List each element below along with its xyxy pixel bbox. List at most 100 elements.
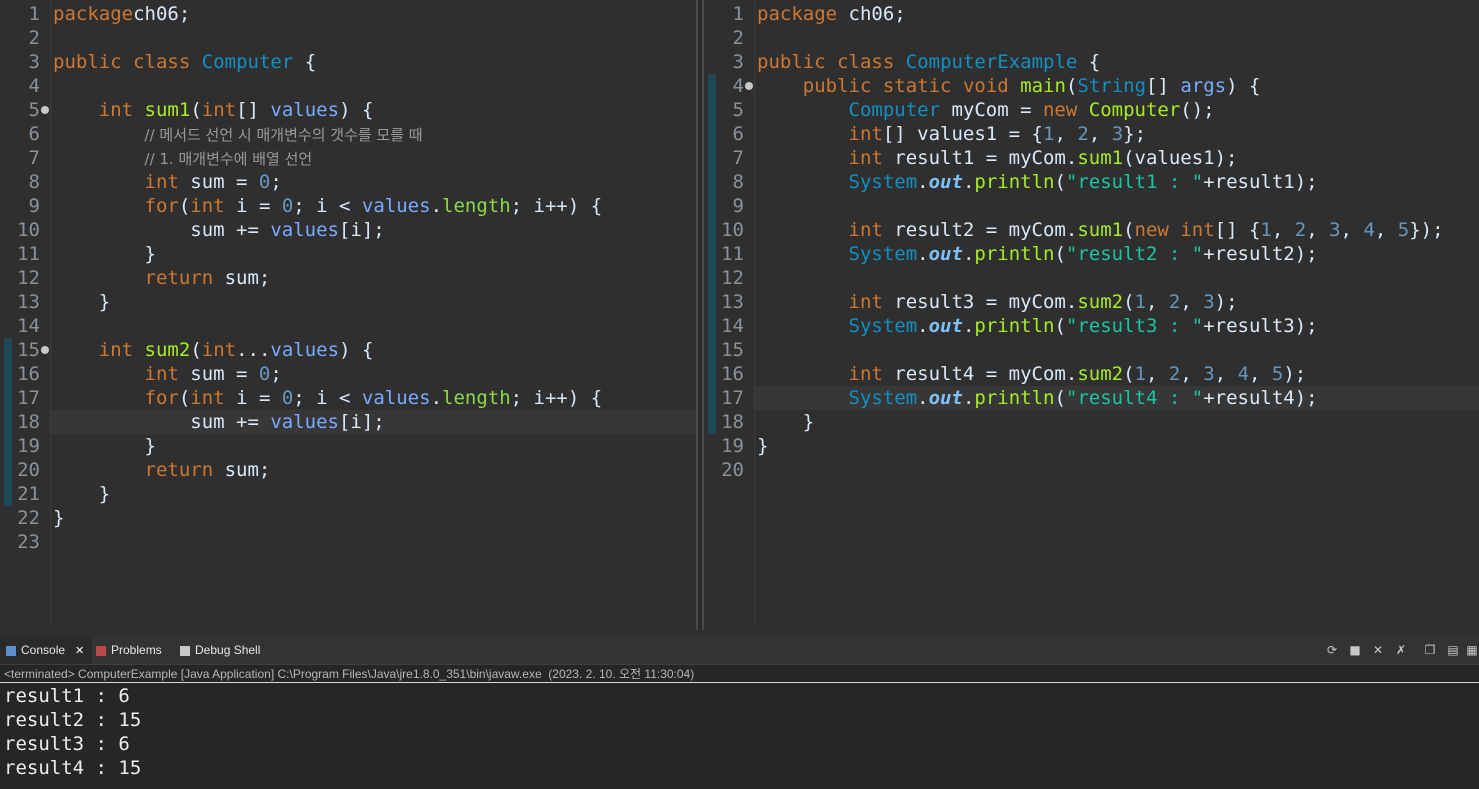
copy-icon[interactable]: ❐	[1424, 644, 1436, 656]
code-line[interactable]: int result1 = myCom.sum1(values1);	[757, 146, 1238, 170]
stop-icon[interactable]: ■	[1349, 644, 1361, 656]
code-line[interactable]: public class ComputerExample {	[757, 50, 1100, 74]
code-line[interactable]: Computer myCom = new Computer();	[757, 98, 1215, 122]
tab-debug-shell[interactable]: Debug Shell	[180, 636, 280, 664]
code-line[interactable]: // 메서드 선언 시 매개변수의 갯수를 모를 때	[53, 122, 423, 146]
remove-icon[interactable]: ✕	[1372, 644, 1384, 656]
code-token: });	[1409, 219, 1444, 241]
fold-toggle-icon[interactable]	[745, 82, 753, 90]
code-line[interactable]: sum += values[i];	[53, 218, 384, 242]
code-line[interactable]: return sum;	[53, 458, 271, 482]
code-token: Computer	[201, 51, 294, 73]
code-line[interactable]: }	[757, 434, 768, 458]
code-token: main	[1020, 75, 1066, 97]
code-token: values	[361, 195, 431, 217]
code-token: (	[1123, 219, 1135, 241]
fold-toggle-icon[interactable]	[41, 346, 49, 354]
code-line[interactable]: int sum2(int...values) {	[53, 338, 374, 362]
code-line[interactable]: public static void main(String[] args) {	[757, 74, 1261, 98]
code-token: ComputerExample	[905, 51, 1078, 73]
code-line[interactable]: // 1. 매개변수에 배열 선언	[53, 146, 313, 170]
code-token: // 1. 매개변수에 배열 선언	[144, 150, 313, 168]
line-number: 19	[17, 435, 40, 457]
display-icon[interactable]: ▦	[1466, 644, 1478, 656]
code-line[interactable]: System.out.println("result4 : "+result4)…	[757, 386, 1318, 410]
code-token: "result3 : "	[1065, 315, 1204, 337]
code-token: .	[917, 243, 929, 265]
code-line[interactable]: int[] values1 = {1, 2, 3};	[757, 122, 1147, 146]
code-token: int	[848, 147, 883, 169]
code-token: sum1	[1077, 147, 1124, 169]
code-line[interactable]: System.out.println("result3 : "+result3)…	[757, 314, 1318, 338]
code-line[interactable]: int result2 = myCom.sum1(new int[] {1, 2…	[757, 218, 1444, 242]
code-line[interactable]: int result4 = myCom.sum2(1, 2, 3, 4, 5);	[757, 362, 1307, 386]
code-token: new	[1042, 99, 1078, 121]
code-token: (	[1054, 387, 1066, 409]
line-number: 1	[28, 3, 40, 25]
line-number: 3	[28, 51, 40, 73]
code-token: out	[928, 243, 963, 265]
code-token: 5	[1397, 219, 1410, 241]
console-output-line: result2 : 15	[4, 709, 142, 731]
code-token: result3 = myCom.	[882, 291, 1078, 313]
code-token: public	[802, 75, 872, 97]
code-line[interactable]: }	[53, 434, 156, 458]
tab-console[interactable]: Console ✕	[0, 636, 92, 664]
editor-computer-example[interactable]: 1 package ch06; 2 3 public class ComputerExa…	[704, 0, 1479, 628]
code-line[interactable]: public class Computer {	[53, 50, 316, 74]
code-line[interactable]: sum += values[i];	[53, 410, 385, 434]
code-token: System	[848, 315, 918, 337]
code-line[interactable]: }	[53, 242, 156, 266]
line-number: 16	[721, 363, 744, 385]
code-line[interactable]: for(int i = 0; i < values.length; i++) {	[53, 386, 603, 410]
tab-problems[interactable]: Problems	[96, 636, 176, 664]
code-line[interactable]: int sum1(int[] values) {	[53, 98, 374, 122]
code-line[interactable]: }	[53, 482, 110, 506]
code-token: String	[1077, 75, 1147, 97]
code-line[interactable]: int result3 = myCom.sum2(1, 2, 3);	[757, 290, 1238, 314]
code-line[interactable]: packagech06;	[53, 2, 190, 26]
line-number: 16	[17, 363, 40, 385]
close-icon[interactable]: ✕	[75, 645, 84, 657]
code-line[interactable]: for(int i = 0; i < values.length; i++) {	[53, 194, 603, 218]
code-token: println	[974, 387, 1055, 409]
remove-all-icon[interactable]: ✗	[1395, 644, 1407, 656]
tab-label: Console	[21, 643, 66, 657]
code-token: [i];	[338, 411, 385, 433]
code-line[interactable]: return sum;	[53, 266, 271, 290]
code-line[interactable]: int sum = 0;	[53, 170, 282, 194]
code-line[interactable]: int sum = 0;	[53, 362, 282, 386]
line-number: 2	[28, 27, 40, 49]
new-console-icon[interactable]: ▤	[1447, 644, 1459, 656]
line-number: 12	[17, 267, 40, 289]
editor-computer[interactable]: 1 packagech06; 2 3 public class Computer {4 5…	[0, 0, 696, 628]
code-token: (	[178, 195, 191, 217]
code-token: }	[53, 507, 65, 529]
code-token: 3	[1203, 363, 1215, 385]
code-line[interactable]: }	[757, 410, 814, 434]
code-token: values	[270, 411, 339, 433]
fold-toggle-icon[interactable]	[41, 106, 49, 114]
code-token: (	[190, 339, 202, 361]
code-line[interactable]: }	[53, 290, 110, 314]
code-line[interactable]: System.out.println("result1 : "+result1)…	[757, 170, 1318, 194]
code-line[interactable]: package ch06;	[757, 2, 906, 26]
code-line[interactable]: System.out.println("result2 : "+result2)…	[757, 242, 1318, 266]
code-token: out	[928, 315, 963, 337]
editor-splitter[interactable]	[696, 0, 704, 630]
code-line[interactable]: }	[53, 506, 64, 530]
code-token: ,	[1054, 123, 1078, 145]
sync-icon[interactable]: ⟳	[1326, 644, 1338, 656]
